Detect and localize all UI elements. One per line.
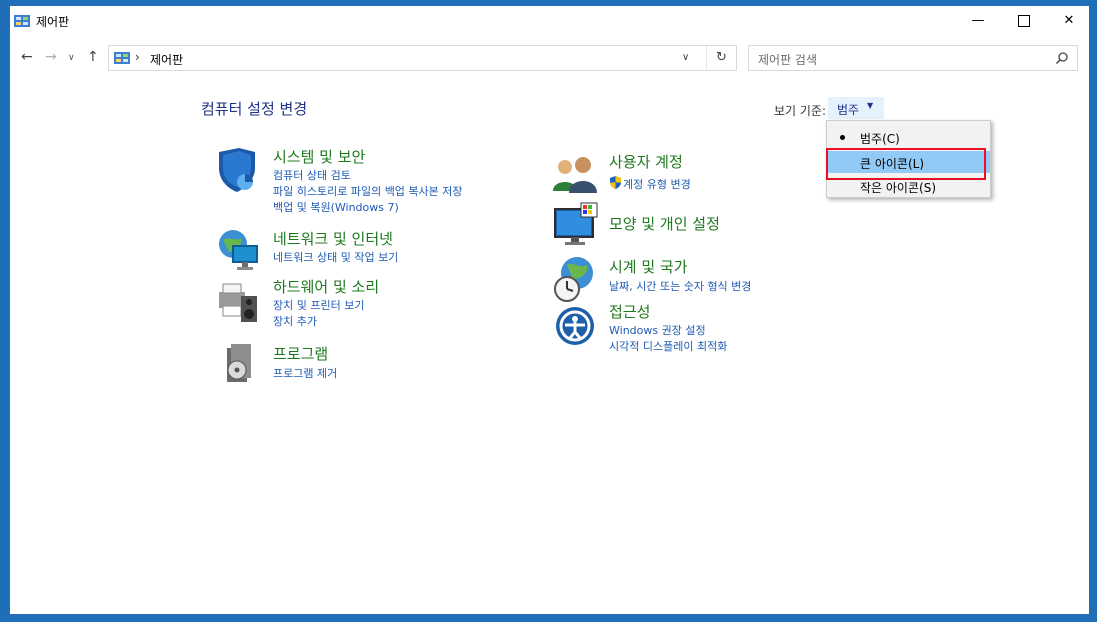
category-title[interactable]: 네트워크 및 인터넷 (273, 228, 393, 249)
category-user-accounts: 사용자 계정 계정 유형 변경 (551, 149, 801, 194)
control-panel-window: 제어판 — ✕ ← → ∨ ↑ › 제어판 ∨ ↻ 제어판 검색 컴퓨터 설정 … (9, 5, 1090, 615)
users-icon[interactable] (551, 149, 599, 197)
title-bar: 제어판 — ✕ (10, 6, 1089, 38)
search-icon[interactable] (1055, 51, 1069, 65)
control-panel-icon (14, 15, 30, 27)
category-clock-region: 시계 및 국가 날짜, 시간 또는 숫자 형식 변경 (551, 255, 811, 305)
category-title[interactable]: 접근성 (609, 301, 650, 322)
uac-shield-icon (610, 176, 621, 189)
selected-bullet-icon (840, 135, 845, 140)
category-link[interactable]: 파일 히스토리로 파일의 백업 복사본 저장 (273, 183, 463, 199)
view-by-label: 보기 기준: (774, 104, 827, 118)
menu-item-category[interactable]: 범주(C) (827, 126, 990, 148)
maximize-button[interactable] (1001, 6, 1047, 36)
dropdown-arrow-icon: ▼ (867, 101, 874, 110)
printer-speaker-icon[interactable] (215, 276, 263, 324)
maximize-icon (1018, 14, 1030, 27)
search-box[interactable]: 제어판 검색 (748, 45, 1078, 71)
menu-item-label: 큰 아이콘(L) (860, 157, 925, 171)
navigation-bar: ← → ∨ ↑ › 제어판 ∨ ↻ 제어판 검색 (10, 40, 1089, 76)
control-panel-icon (114, 52, 130, 64)
category-link[interactable]: 백업 및 복원(Windows 7) (273, 199, 399, 215)
view-by-dropdown[interactable]: 범주 ▼ (828, 97, 884, 119)
category-ease-of-access: 접근성 Windows 권장 설정 시각적 디스플레이 최적화 (551, 300, 811, 355)
category-hardware-sound: 하드웨어 및 소리 장치 및 프린터 보기 장치 추가 (215, 276, 515, 336)
monitor-palette-icon[interactable] (551, 201, 599, 249)
refresh-icon: ↻ (716, 50, 727, 65)
page-title: 컴퓨터 설정 변경 (201, 100, 308, 118)
ease-of-access-icon[interactable] (551, 300, 599, 348)
category-title[interactable]: 하드웨어 및 소리 (273, 276, 379, 297)
category-programs: 프로그램 프로그램 제거 (215, 340, 515, 385)
menu-item-large-icons[interactable]: 큰 아이콘(L) (827, 151, 990, 173)
category-system-security: 시스템 및 보안 컴퓨터 상태 검토 파일 히스토리로 파일의 백업 복사본 저… (215, 146, 515, 216)
window-title: 제어판 (36, 15, 70, 29)
menu-item-label: 범주(C) (860, 132, 900, 146)
breadcrumb-control-panel[interactable]: 제어판 (150, 51, 183, 68)
view-by-value: 범주 (837, 103, 860, 117)
category-title[interactable]: 모양 및 개인 설정 (609, 213, 720, 234)
category-link[interactable]: Windows 권장 설정 (609, 322, 706, 338)
view-by-menu: 범주(C) 큰 아이콘(L) 작은 아이콘(S) (826, 120, 991, 198)
minimize-icon: — (971, 13, 985, 28)
category-title[interactable]: 시스템 및 보안 (273, 146, 365, 167)
category-title[interactable]: 사용자 계정 (609, 151, 683, 172)
menu-item-small-icons[interactable]: 작은 아이콘(S) (827, 175, 990, 197)
category-appearance: 모양 및 개인 설정 (551, 201, 801, 251)
chevron-down-icon[interactable]: ∨ (682, 52, 689, 63)
category-link[interactable]: 컴퓨터 상태 검토 (273, 167, 351, 183)
network-globe-icon[interactable] (215, 228, 263, 276)
category-link[interactable]: 시각적 디스플레이 최적화 (609, 338, 727, 354)
close-button[interactable]: ✕ (1046, 6, 1092, 36)
recent-locations-button[interactable]: ∨ (68, 53, 75, 63)
address-bar[interactable]: › 제어판 ∨ ↻ (108, 45, 737, 71)
shield-icon[interactable] (215, 146, 263, 194)
category-link[interactable]: 장치 추가 (273, 313, 317, 329)
refresh-button[interactable]: ↻ (706, 46, 737, 70)
search-input[interactable]: 제어판 검색 (758, 51, 817, 68)
category-link[interactable]: 네트워크 상태 및 작업 보기 (273, 249, 398, 265)
category-network-internet: 네트워크 및 인터넷 네트워크 상태 및 작업 보기 (215, 228, 515, 273)
programs-disc-icon[interactable] (215, 340, 263, 388)
minimize-button[interactable]: — (955, 6, 1001, 36)
category-link[interactable]: 장치 및 프린터 보기 (273, 297, 364, 313)
category-link[interactable]: 계정 유형 변경 (623, 176, 691, 192)
chevron-right-icon[interactable]: › (135, 50, 140, 64)
category-link[interactable]: 날짜, 시간 또는 숫자 형식 변경 (609, 278, 751, 294)
menu-item-label: 작은 아이콘(S) (860, 181, 936, 195)
category-link[interactable]: 프로그램 제거 (273, 365, 337, 381)
category-title[interactable]: 시계 및 국가 (609, 256, 688, 277)
forward-button[interactable]: → (45, 49, 57, 65)
close-icon: ✕ (1063, 13, 1075, 28)
clock-globe-icon[interactable] (551, 255, 599, 303)
category-title[interactable]: 프로그램 (273, 343, 328, 364)
back-button[interactable]: ← (21, 49, 33, 65)
up-button[interactable]: ↑ (87, 49, 99, 65)
